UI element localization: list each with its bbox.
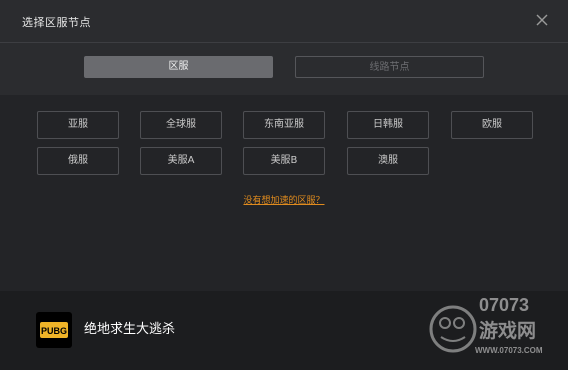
server-button-asia[interactable]: 亚服 [37,111,119,139]
server-button-us-b[interactable]: 美服B [243,147,325,175]
server-button-australia[interactable]: 澳服 [347,147,429,175]
frog-mascot-icon [429,305,477,353]
title-bar: 选择区服节点 [0,0,568,43]
missing-server-link[interactable]: 没有想加速的区服？ [243,196,324,206]
watermark-name: 游戏网 [479,319,536,342]
server-button-southeast-asia[interactable]: 东南亚服 [243,111,325,139]
pubg-logo-text: PUBG [41,326,67,336]
server-button-russia[interactable]: 俄服 [37,147,119,175]
tab-bar: 区服 线路节点 [0,43,568,95]
tab-server-region[interactable]: 区服 [84,56,273,78]
server-select-dialog: 选择区服节点 区服 线路节点 亚服 全球服 东南亚服 日韩服 欧服 俄服 美服A… [0,0,568,370]
watermark-url: WWW.07073.COM [475,346,543,355]
server-button-global[interactable]: 全球服 [140,111,222,139]
faq-link-container: 没有想加速的区服？ [0,188,568,207]
server-button-japan-korea[interactable]: 日韩服 [347,111,429,139]
watermark-07073: 07073 游戏网 WWW.07073.COM [427,291,562,370]
dialog-title: 选择区服节点 [22,16,91,29]
close-icon[interactable] [534,12,550,28]
server-button-europe[interactable]: 欧服 [451,111,533,139]
server-list-panel: 亚服 全球服 东南亚服 日韩服 欧服 俄服 美服A 美服B 澳服 没有想加速的区… [0,95,568,291]
game-name: 绝地求生大逃杀 [84,322,176,337]
pubg-logo-icon: PUBG [36,312,72,348]
game-footer: PUBG 绝地求生大逃杀 07073 游戏网 WWW.07073.COM [0,291,568,370]
watermark-number: 07073 [479,295,529,315]
server-button-us-a[interactable]: 美服A [140,147,222,175]
tab-route-node[interactable]: 线路节点 [295,56,484,78]
